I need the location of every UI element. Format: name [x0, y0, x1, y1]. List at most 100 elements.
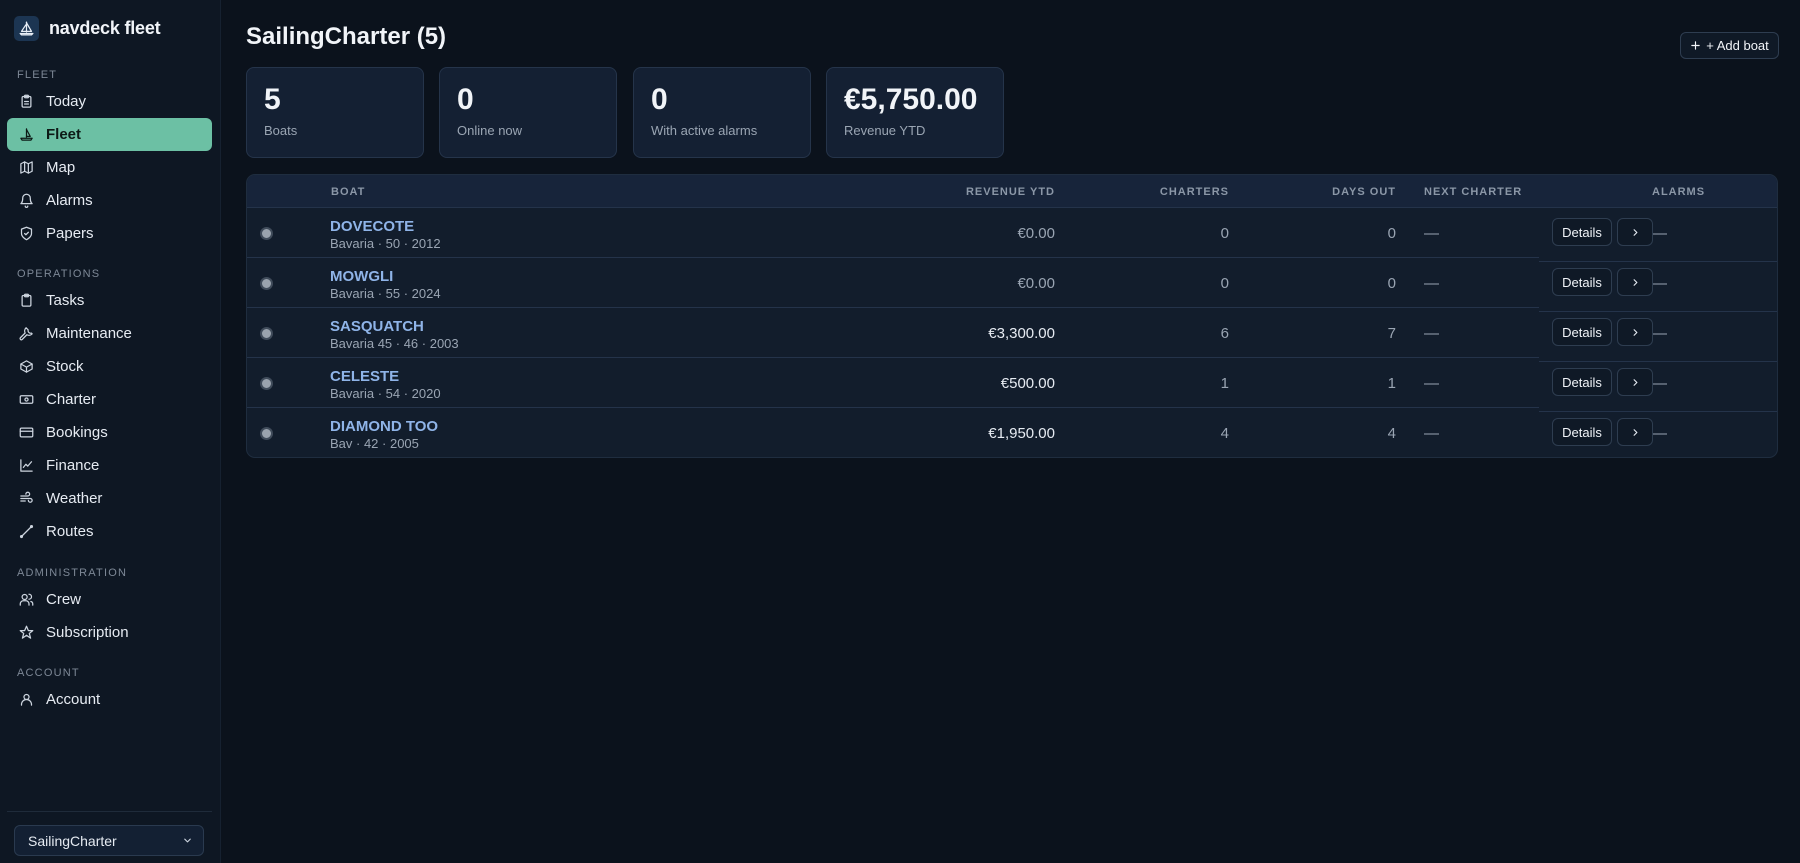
table-row[interactable]: MOWGLI Bavaria · 55 · 2024 €0.00 0 0 — —… — [247, 258, 1777, 312]
add-boat-button[interactable]: + Add boat — [1680, 32, 1779, 59]
column-header-revenue[interactable]: REVENUE YTD — [797, 186, 1055, 198]
brand[interactable]: navdeck fleet — [14, 16, 161, 41]
sidebar-item-routes[interactable]: Routes — [7, 515, 212, 548]
stat-value: 0 — [651, 83, 668, 116]
revenue-cell: €500.00 — [1000, 375, 1055, 392]
wind-icon — [18, 491, 34, 507]
sidebar-item-label: Crew — [46, 591, 82, 608]
days-out-cell: 0 — [1387, 225, 1396, 242]
table-row[interactable]: DIAMOND TOO Bav · 42 · 2005 €1,950.00 4 … — [247, 408, 1777, 457]
stat-value: €5,750.00 — [844, 83, 978, 116]
section-label-account: ACCOUNT — [17, 667, 80, 679]
column-header-next-charter[interactable]: NEXT CHARTER — [1424, 186, 1522, 198]
table-row[interactable]: DOVECOTE Bavaria · 50 · 2012 €0.00 0 0 —… — [247, 208, 1777, 262]
sidebar-item-papers[interactable]: Papers — [7, 217, 212, 250]
next-charter-cell: — — [1424, 375, 1439, 392]
charters-cell: 1 — [1220, 375, 1229, 392]
boat-name-link[interactable]: DIAMOND TOO — [330, 418, 438, 435]
table-row[interactable]: CELESTE Bavaria · 54 · 2020 €500.00 1 1 … — [247, 358, 1777, 412]
revenue-cell: €0.00 — [1017, 225, 1055, 242]
column-header-charters[interactable]: CHARTERS — [1067, 186, 1229, 198]
details-button[interactable]: Details — [1552, 268, 1612, 296]
chevron-right-icon[interactable] — [1617, 218, 1653, 246]
details-button[interactable]: Details — [1552, 368, 1612, 396]
section-label-fleet: FLEET — [17, 69, 58, 81]
days-out-cell: 1 — [1387, 375, 1396, 392]
sidebar-item-stock[interactable]: Stock — [7, 350, 212, 383]
sidebar-item-label: Subscription — [46, 624, 129, 641]
sidebar-item-alarms[interactable]: Alarms — [7, 184, 212, 217]
stat-value: 5 — [264, 83, 281, 116]
banknote-icon — [18, 392, 34, 408]
sidebar-item-map[interactable]: Map — [7, 151, 212, 184]
brand-name: navdeck fleet — [49, 18, 161, 38]
stat-label: Revenue YTD — [844, 123, 926, 138]
user-icon — [18, 692, 34, 708]
boat-name-link[interactable]: MOWGLI — [330, 268, 393, 285]
sidebar-item-subscription[interactable]: Subscription — [7, 616, 212, 649]
chevron-right-icon[interactable] — [1617, 268, 1653, 296]
sidebar-item-weather[interactable]: Weather — [7, 482, 212, 515]
sidebar-item-crew[interactable]: Crew — [7, 583, 212, 616]
status-dot — [260, 427, 273, 440]
column-header-boat[interactable]: BOAT — [331, 186, 365, 198]
details-button[interactable]: Details — [1552, 418, 1612, 446]
boat-meta: Bav · 42 · 2005 — [330, 436, 419, 451]
sidebar-item-label: Account — [46, 691, 101, 708]
sidebar-item-label: Routes — [46, 523, 94, 540]
sidebar-item-label: Finance — [46, 457, 100, 474]
sidebar-item-account[interactable]: Account — [7, 683, 212, 716]
map-icon — [18, 160, 34, 176]
route-icon — [18, 524, 34, 540]
organization-select[interactable]: SailingCharter — [14, 825, 204, 856]
details-button[interactable]: Details — [1552, 218, 1612, 246]
details-button[interactable]: Details — [1552, 318, 1612, 346]
revenue-cell: €3,300.00 — [988, 325, 1055, 342]
bell-icon — [18, 193, 34, 209]
chevron-down-icon — [182, 835, 193, 846]
sidebar-item-label: Bookings — [46, 424, 108, 441]
column-header-days-out[interactable]: DAYS OUT — [1247, 186, 1396, 198]
charters-cell: 6 — [1220, 325, 1229, 342]
stat-card-revenue: €5,750.00 Revenue YTD — [826, 67, 1004, 158]
days-out-cell: 4 — [1387, 425, 1396, 442]
wrench-icon — [18, 326, 34, 342]
sidebar-item-label: Maintenance — [46, 325, 132, 342]
column-header-alarms[interactable]: ALARMS — [1652, 186, 1705, 198]
sidebar: navdeck fleet FLEET Today Fleet Map Alar… — [0, 0, 221, 863]
next-charter-cell: — — [1424, 275, 1439, 292]
sidebar-item-label: Map — [46, 159, 76, 176]
chevron-right-icon[interactable] — [1617, 368, 1653, 396]
table-header: BOAT REVENUE YTD CHARTERS DAYS OUT NEXT … — [247, 175, 1777, 208]
clipboard-icon — [18, 293, 34, 309]
organization-select-value: SailingCharter — [28, 832, 117, 849]
sidebar-item-tasks[interactable]: Tasks — [7, 284, 212, 317]
status-dot — [260, 327, 273, 340]
boat-meta: Bavaria · 50 · 2012 — [330, 236, 441, 251]
alarms-cell: — — [1652, 325, 1667, 342]
sidebar-item-fleet[interactable]: Fleet — [7, 118, 212, 151]
section-label-administration: ADMINISTRATION — [17, 567, 128, 579]
sidebar-item-bookings[interactable]: Bookings — [7, 416, 212, 449]
sidebar-item-today[interactable]: Today — [7, 85, 212, 118]
sailboat-icon — [18, 127, 34, 143]
star-icon — [18, 625, 34, 641]
boat-name-link[interactable]: DOVECOTE — [330, 218, 414, 235]
sidebar-item-label: Stock — [46, 358, 84, 375]
sidebar-item-maintenance[interactable]: Maintenance — [7, 317, 212, 350]
chevron-right-icon[interactable] — [1617, 418, 1653, 446]
chevron-right-icon[interactable] — [1617, 318, 1653, 346]
days-out-cell: 0 — [1387, 275, 1396, 292]
sidebar-item-label: Charter — [46, 391, 97, 408]
alarms-cell: — — [1652, 225, 1667, 242]
next-charter-cell: — — [1424, 425, 1439, 442]
boat-name-link[interactable]: CELESTE — [330, 368, 399, 385]
next-charter-cell: — — [1424, 225, 1439, 242]
charters-cell: 4 — [1220, 425, 1229, 442]
sidebar-item-label: Alarms — [46, 192, 93, 209]
table-row[interactable]: SASQUATCH Bavaria 45 · 46 · 2003 €3,300.… — [247, 308, 1777, 362]
users-icon — [18, 592, 34, 608]
boat-name-link[interactable]: SASQUATCH — [330, 318, 424, 335]
sidebar-item-charter[interactable]: Charter — [7, 383, 212, 416]
sidebar-item-finance[interactable]: Finance — [7, 449, 212, 482]
